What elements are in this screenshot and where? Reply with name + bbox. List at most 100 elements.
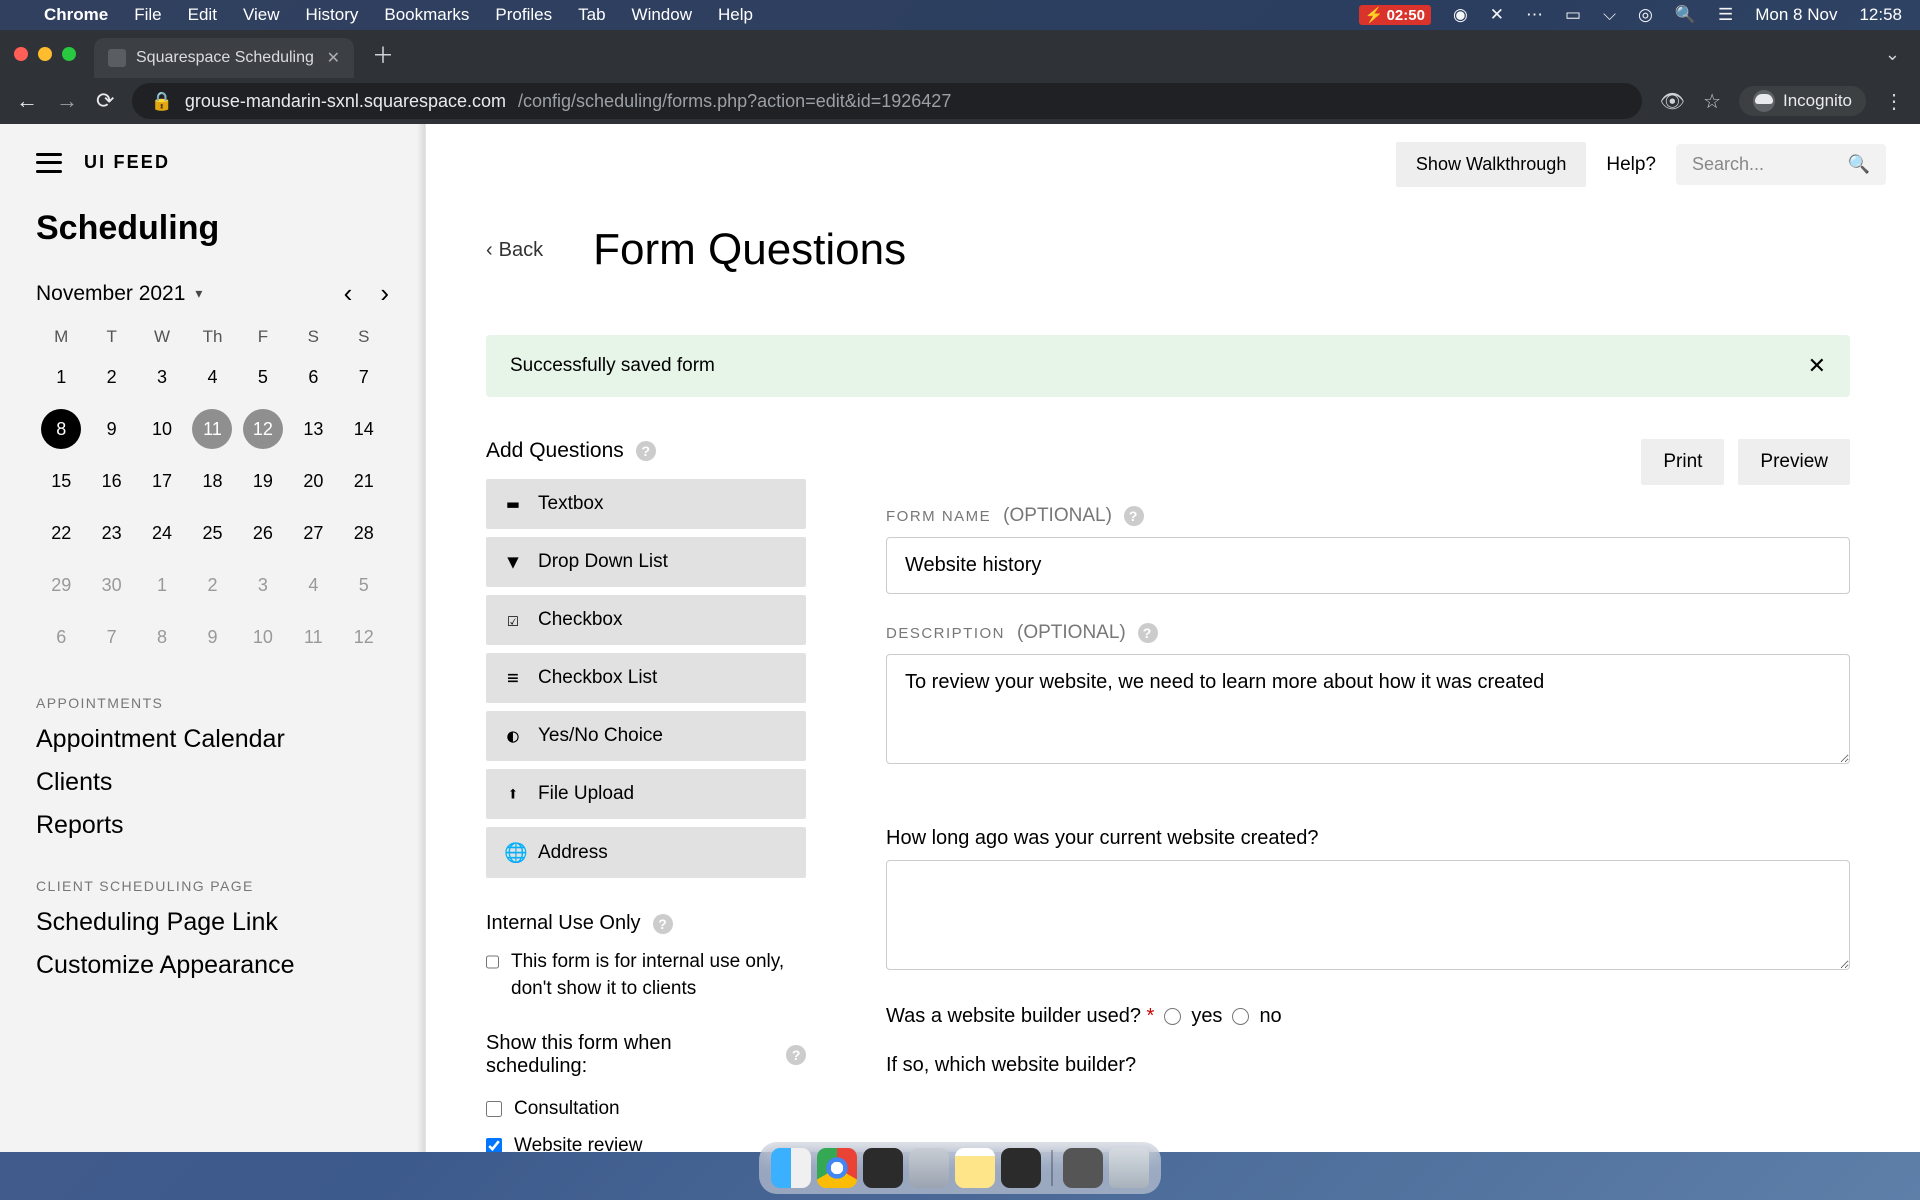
calendar-day[interactable]: 1 <box>137 565 187 605</box>
dock-trash-icon[interactable] <box>1109 1148 1149 1188</box>
kebab-menu-icon[interactable]: ⋮ <box>1884 89 1904 114</box>
battery-indicator[interactable]: ⚡02:50 <box>1359 5 1431 25</box>
menu-file[interactable]: File <box>134 5 161 25</box>
hamburger-icon[interactable] <box>36 153 62 173</box>
nav-back-icon[interactable]: ← <box>16 88 38 114</box>
dock-app-icon[interactable] <box>1063 1148 1103 1188</box>
menu-help[interactable]: Help <box>718 5 753 25</box>
question-type-checkbox[interactable]: ☑Checkbox <box>486 595 806 645</box>
question-type-yes-no-choice[interactable]: ◐Yes/No Choice <box>486 711 806 761</box>
status-icon-1[interactable]: ◉ <box>1453 5 1468 25</box>
help-link[interactable]: Help? <box>1606 154 1656 176</box>
calendar-next-icon[interactable]: › <box>380 278 389 309</box>
print-button[interactable]: Print <box>1641 439 1724 485</box>
description-input[interactable] <box>886 654 1850 764</box>
calendar-day[interactable]: 29 <box>36 565 86 605</box>
status-icon-2[interactable]: ✕ <box>1490 5 1504 25</box>
calendar-day[interactable]: 8 <box>41 409 81 449</box>
back-link[interactable]: ‹Back <box>486 239 543 262</box>
internal-use-checkbox[interactable]: This form is for internal use only, don'… <box>486 949 806 1002</box>
question-type-address[interactable]: 🌐Address <box>486 827 806 878</box>
question-1-input[interactable] <box>886 860 1850 970</box>
menu-view[interactable]: View <box>243 5 280 25</box>
new-tab-button[interactable]: ＋ <box>354 38 412 70</box>
calendar-day[interactable]: 6 <box>288 357 338 397</box>
spotlight-icon[interactable]: 🔍 <box>1675 5 1696 25</box>
question-type-checkbox-list[interactable]: ≡Checkbox List <box>486 653 806 703</box>
calendar-day[interactable]: 9 <box>86 409 136 449</box>
tabs-dropdown-icon[interactable]: ⌄ <box>1885 44 1900 65</box>
menu-edit[interactable]: Edit <box>188 5 217 25</box>
nav-clients[interactable]: Clients <box>36 768 389 797</box>
calendar-day[interactable]: 20 <box>288 461 338 501</box>
calendar-day[interactable]: 7 <box>339 357 389 397</box>
menubar-time[interactable]: 12:58 <box>1859 5 1902 25</box>
show-walkthrough-button[interactable]: Show Walkthrough <box>1396 142 1586 187</box>
reload-icon[interactable]: ⟳ <box>96 88 114 114</box>
form-name-input[interactable] <box>886 537 1850 594</box>
status-icon-4[interactable]: ▭ <box>1565 5 1581 25</box>
calendar-day[interactable]: 11 <box>192 409 232 449</box>
calendar-day[interactable]: 3 <box>137 357 187 397</box>
calendar-day[interactable]: 23 <box>86 513 136 553</box>
calendar-day[interactable]: 19 <box>238 461 288 501</box>
status-icon-5[interactable]: ◎ <box>1638 5 1653 25</box>
nav-appointment-calendar[interactable]: Appointment Calendar <box>36 725 389 754</box>
menu-bookmarks[interactable]: Bookmarks <box>384 5 469 25</box>
dock-app-icon[interactable] <box>909 1148 949 1188</box>
calendar-day[interactable]: 21 <box>339 461 389 501</box>
calendar-day[interactable]: 17 <box>137 461 187 501</box>
calendar-day[interactable]: 5 <box>238 357 288 397</box>
help-icon[interactable]: ? <box>653 914 673 934</box>
calendar-day[interactable]: 16 <box>86 461 136 501</box>
dock-finder-icon[interactable] <box>771 1148 811 1188</box>
calendar-prev-icon[interactable]: ‹ <box>344 278 353 309</box>
calendar-day[interactable]: 2 <box>86 357 136 397</box>
calendar-day[interactable]: 6 <box>36 617 86 657</box>
calendar-day[interactable]: 8 <box>137 617 187 657</box>
calendar-day[interactable]: 12 <box>243 409 283 449</box>
question-type-file-upload[interactable]: ⬆File Upload <box>486 769 806 819</box>
calendar-day[interactable]: 27 <box>288 513 338 553</box>
address-bar[interactable]: 🔒 grouse-mandarin-sxnl.squarespace.com/c… <box>132 83 1641 119</box>
help-icon[interactable]: ? <box>636 441 656 461</box>
nav-reports[interactable]: Reports <box>36 811 389 840</box>
dock-app-icon[interactable] <box>1001 1148 1041 1188</box>
menu-profiles[interactable]: Profiles <box>495 5 552 25</box>
dock-chrome-icon[interactable] <box>817 1148 857 1188</box>
calendar-day[interactable]: 22 <box>36 513 86 553</box>
calendar-day[interactable]: 15 <box>36 461 86 501</box>
calendar-day[interactable]: 18 <box>187 461 237 501</box>
maximize-window-icon[interactable] <box>62 47 76 61</box>
calendar-day[interactable]: 11 <box>288 617 338 657</box>
calendar-day[interactable]: 5 <box>339 565 389 605</box>
question-type-textbox[interactable]: ▬Textbox <box>486 479 806 529</box>
calendar-day[interactable]: 1 <box>36 357 86 397</box>
search-input[interactable]: Search...🔍 <box>1676 144 1886 185</box>
calendar-month[interactable]: November 2021▾ <box>36 282 202 306</box>
menubar-app[interactable]: Chrome <box>44 5 108 25</box>
help-icon[interactable]: ? <box>786 1045 806 1065</box>
nav-customize-appearance[interactable]: Customize Appearance <box>36 951 389 980</box>
help-icon[interactable]: ? <box>1124 506 1144 526</box>
calendar-day[interactable]: 13 <box>288 409 338 449</box>
status-icon-3[interactable]: ⋯ <box>1526 5 1543 25</box>
dock-notes-icon[interactable] <box>955 1148 995 1188</box>
calendar-day[interactable]: 4 <box>288 565 338 605</box>
menu-history[interactable]: History <box>305 5 358 25</box>
radio-no[interactable] <box>1232 1008 1249 1025</box>
calendar-day[interactable]: 25 <box>187 513 237 553</box>
menu-tab[interactable]: Tab <box>578 5 605 25</box>
preview-button[interactable]: Preview <box>1738 439 1850 485</box>
calendar-day[interactable]: 10 <box>137 409 187 449</box>
calendar-day[interactable]: 10 <box>238 617 288 657</box>
dock-app-icon[interactable] <box>863 1148 903 1188</box>
close-window-icon[interactable] <box>14 47 28 61</box>
calendar-day[interactable]: 7 <box>86 617 136 657</box>
menubar-date[interactable]: Mon 8 Nov <box>1755 5 1837 25</box>
calendar-day[interactable]: 28 <box>339 513 389 553</box>
calendar-day[interactable]: 14 <box>339 409 389 449</box>
help-icon[interactable]: ? <box>1138 623 1158 643</box>
calendar-day[interactable]: 26 <box>238 513 288 553</box>
calendar-day[interactable]: 2 <box>187 565 237 605</box>
